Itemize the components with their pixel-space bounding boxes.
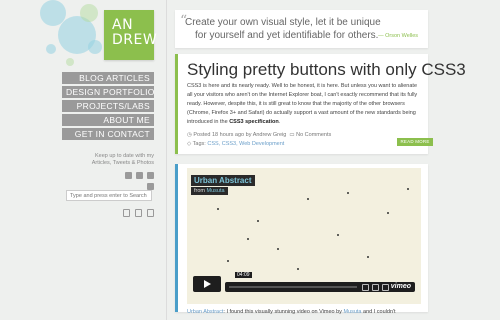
bookmark-icon[interactable] <box>123 209 130 217</box>
quote-card: “ Create your own visual style, let it b… <box>175 10 428 48</box>
post-comments[interactable]: No Comments <box>296 132 331 138</box>
volume-icon[interactable] <box>362 284 369 291</box>
post-accent-bar <box>175 54 178 154</box>
particle <box>277 248 279 250</box>
caption-user[interactable]: Musuta <box>343 309 361 315</box>
video-title[interactable]: Urban Abstract <box>191 175 255 186</box>
video-from: from Musuta <box>191 187 228 195</box>
tag-icon: ◇ <box>187 141 192 147</box>
quote-author[interactable]: — Orson Welles <box>378 33 418 39</box>
post-body-1: CSS3 is here and its nearly ready. Well … <box>187 83 397 89</box>
caption-tail: and I couldn't <box>363 309 396 315</box>
search-input[interactable] <box>66 190 152 201</box>
read-more-button[interactable]: READ MORE <box>397 138 433 146</box>
nav-item-design-portfolio[interactable]: DESIGN PORTFOLIO <box>62 86 154 98</box>
particle <box>257 220 259 222</box>
video-post-card: Urban Abstract from Musuta 04:09 vimeo U… <box>175 164 428 315</box>
nav-item-about-me[interactable]: ABOUT ME <box>62 114 154 126</box>
tags-list[interactable]: CSS, CSS3, Web Development <box>207 141 284 147</box>
particle <box>367 256 369 258</box>
quote-line-1: Create your own visual style, let it be … <box>185 17 381 28</box>
post-body-5-end: . <box>278 119 281 125</box>
sidebar-tools <box>120 209 154 217</box>
particle <box>217 208 219 210</box>
video-accent-bar <box>175 164 178 312</box>
video-player[interactable]: Urban Abstract from Musuta 04:09 vimeo <box>187 168 421 304</box>
video-caption: Urban Abstract: I found this visually st… <box>187 309 396 315</box>
hd-icon[interactable] <box>372 284 379 291</box>
fullscreen-icon[interactable] <box>382 284 389 291</box>
rss-icon[interactable] <box>125 172 132 179</box>
decor-bubble <box>80 4 98 22</box>
keep-line-2: Articles, Tweets & Photos <box>91 160 154 166</box>
main-nav: BLOG ARTICLES DESIGN PORTFOLIO PROJECTS/… <box>62 72 154 142</box>
particle <box>307 198 309 200</box>
nav-item-projects-labs[interactable]: PROJECTS/LABS <box>62 100 154 112</box>
keep-updated-text: Keep up to date with my Articles, Tweets… <box>62 153 154 167</box>
vimeo-logo[interactable]: vimeo <box>391 283 411 290</box>
twitter-icon[interactable] <box>136 172 143 179</box>
flickr-icon[interactable] <box>147 172 154 179</box>
decor-bubble <box>88 40 102 54</box>
post-posted: Posted 18 hours ago by <box>193 132 252 138</box>
particle <box>387 212 389 214</box>
decor-bubble <box>66 58 74 66</box>
clock-icon: ◷ <box>187 132 192 138</box>
quote-line-2: for yourself and yet identifiable for ot… <box>195 30 379 41</box>
particle <box>347 192 349 194</box>
logo-line-1: AN <box>112 17 134 33</box>
particle <box>247 238 249 240</box>
video-from-user[interactable]: Musuta <box>207 188 225 194</box>
comment-icon: ▭ <box>289 132 295 138</box>
video-controls: vimeo <box>225 282 415 292</box>
particle <box>227 260 229 262</box>
post-body-5-bold: CSS3 specification <box>229 119 279 125</box>
print-icon[interactable] <box>147 209 154 217</box>
particle <box>297 268 299 270</box>
caption-title[interactable]: Urban Abstract <box>187 309 223 315</box>
logo-line-2: DREW <box>112 32 158 48</box>
blog-post-card: Styling pretty buttons with only CSS3 CS… <box>175 54 466 154</box>
post-meta: ◷ Posted 18 hours ago by Andrew Greig ▭ … <box>187 132 331 138</box>
post-title[interactable]: Styling pretty buttons with only CSS3 <box>187 60 466 80</box>
site-logo[interactable]: AN DREW <box>104 10 158 60</box>
post-tags: ◇ Tags: CSS, CSS3, Web Development <box>187 141 284 147</box>
keep-line-1: Keep up to date with my <box>94 153 154 159</box>
social-links <box>120 172 154 190</box>
facebook-icon[interactable] <box>147 183 154 190</box>
post-author[interactable]: Andrew Greig <box>253 132 287 138</box>
nav-item-blog-articles[interactable]: BLOG ARTICLES <box>62 72 154 84</box>
video-progress-bar[interactable] <box>229 286 357 288</box>
nav-item-get-in-contact[interactable]: GET IN CONTACT <box>62 128 154 140</box>
video-time: 04:09 <box>235 272 252 278</box>
decor-bubble <box>46 44 56 54</box>
column-divider <box>166 0 167 320</box>
share-icon[interactable] <box>135 209 142 217</box>
caption-text: : I found this visually stunning video o… <box>223 309 342 315</box>
video-control-icons <box>362 284 389 291</box>
play-button[interactable] <box>193 276 221 292</box>
tags-label: Tags: <box>192 141 206 147</box>
video-from-label: from <box>194 188 205 194</box>
particle <box>337 234 339 236</box>
post-excerpt: CSS3 is here and its nearly ready. Well … <box>187 82 422 127</box>
particle <box>407 188 409 190</box>
